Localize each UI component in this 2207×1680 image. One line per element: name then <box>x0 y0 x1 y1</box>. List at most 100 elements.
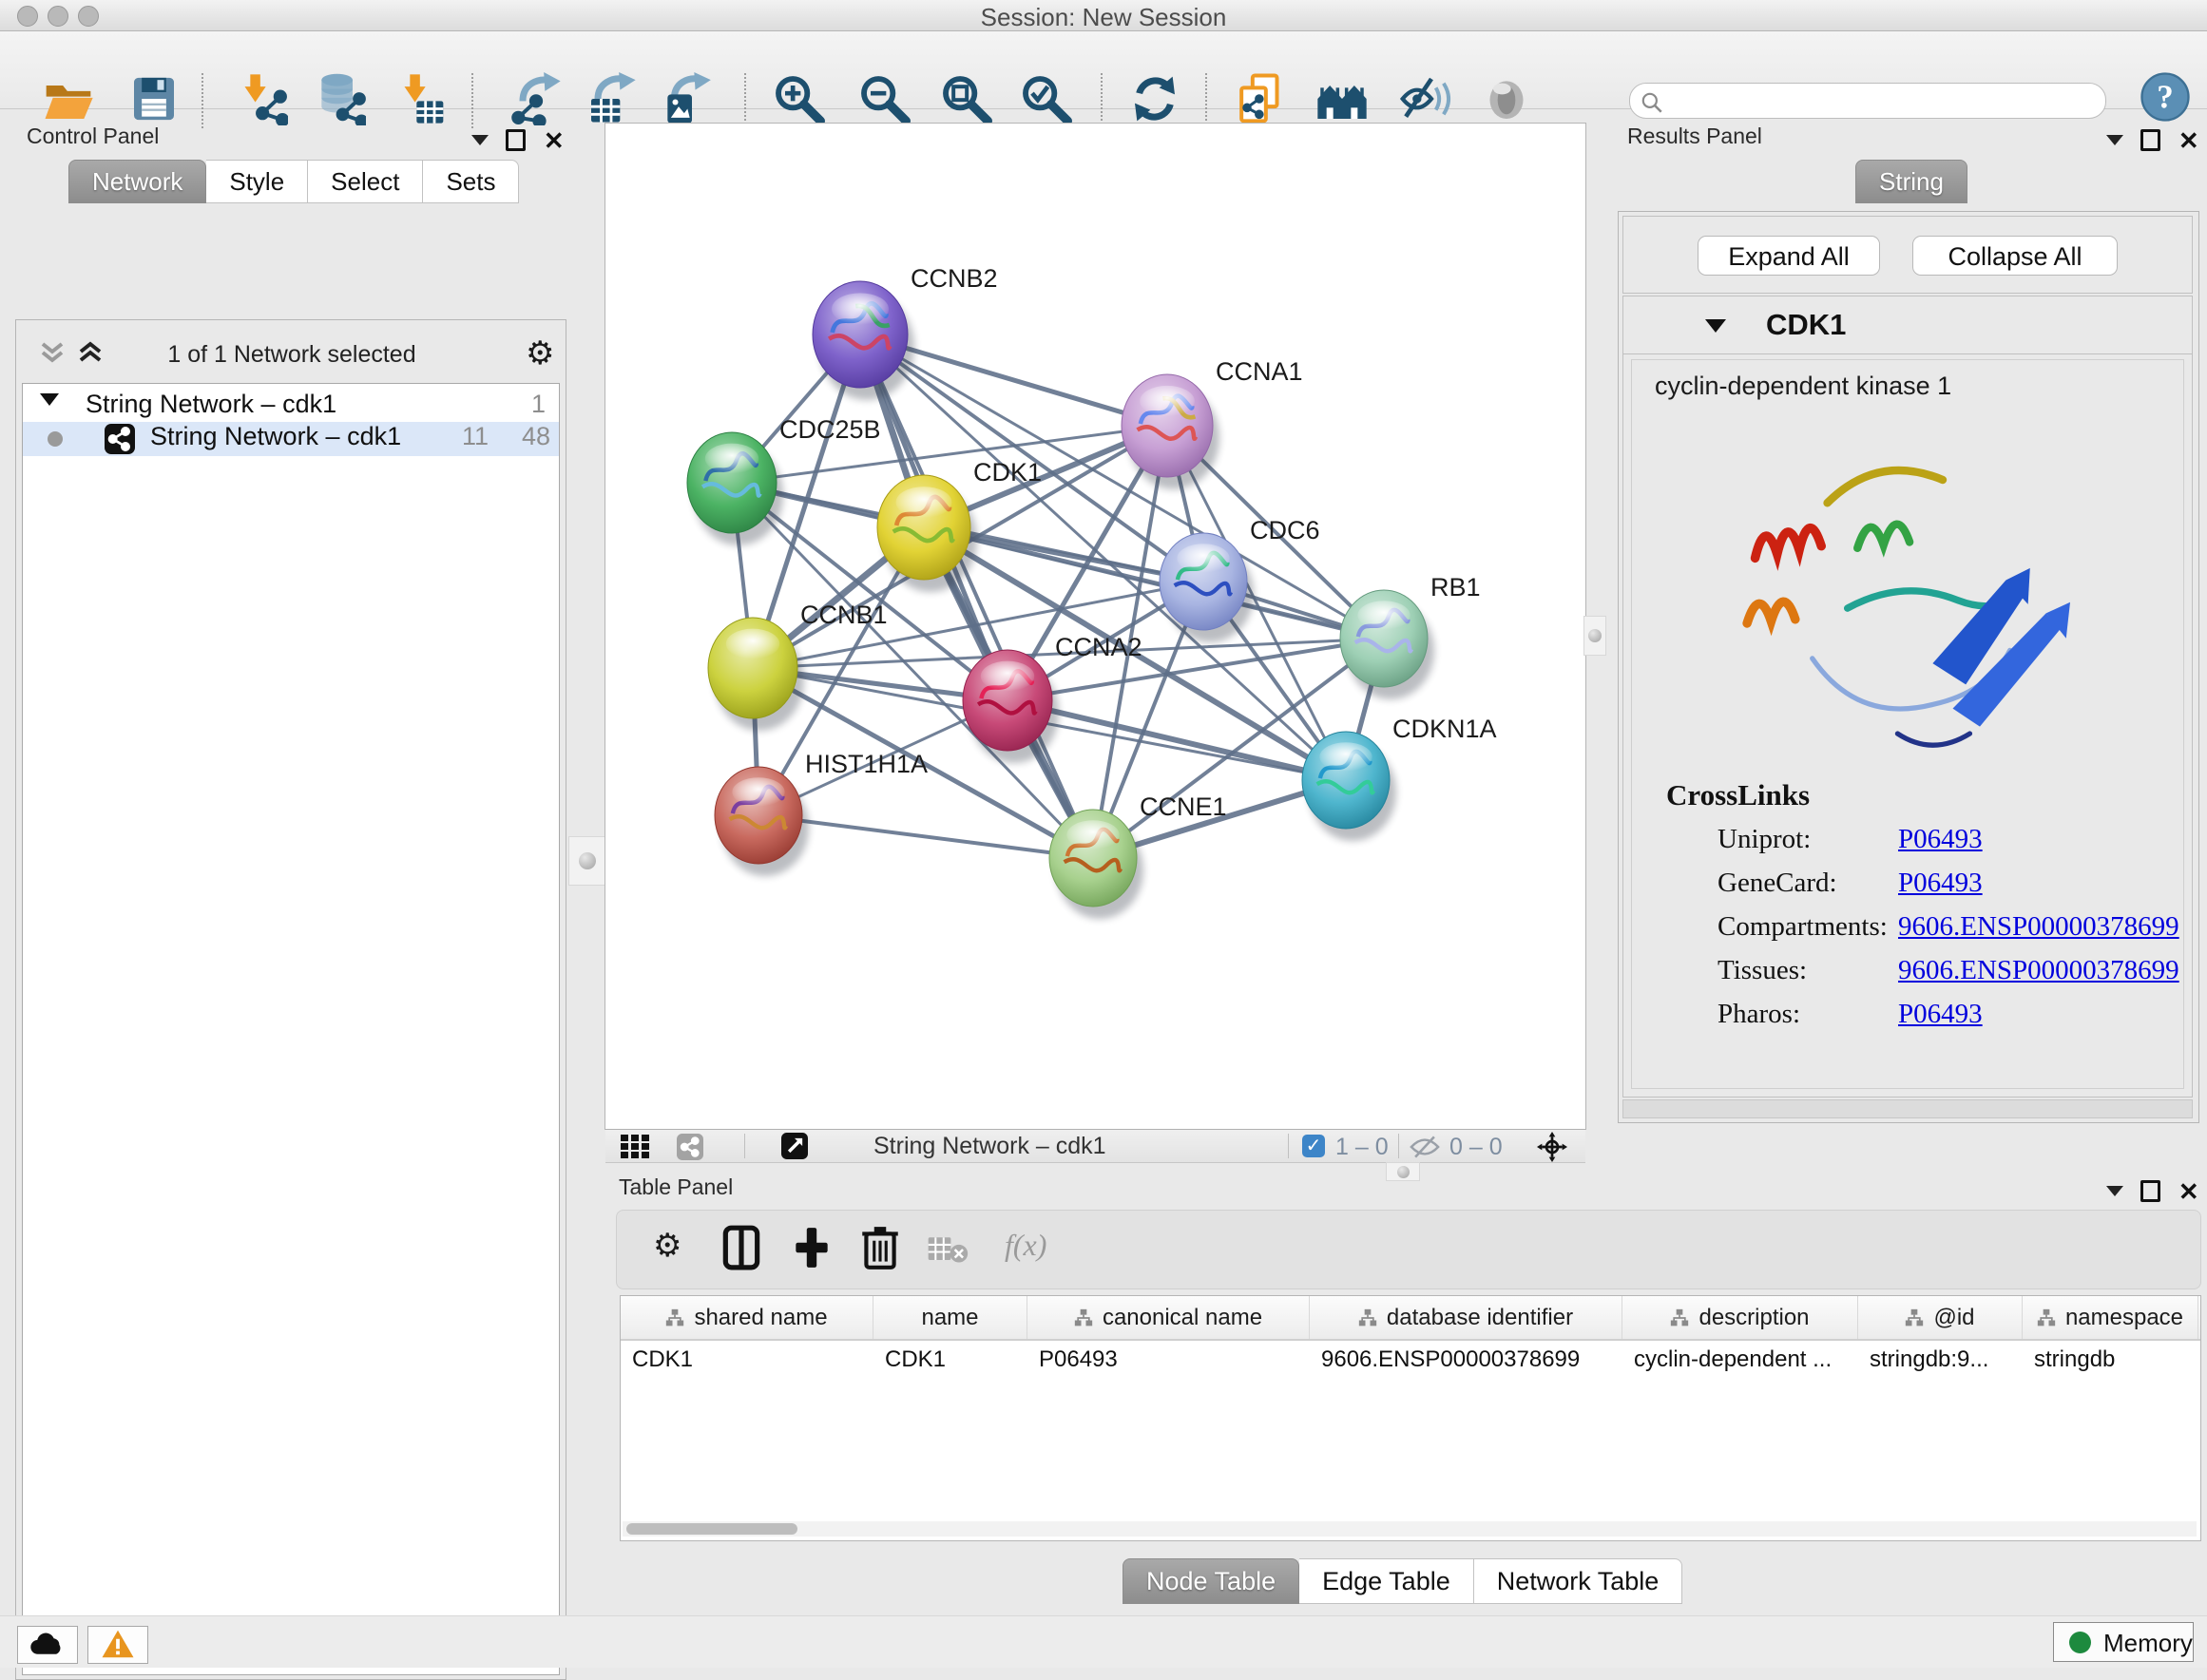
show-columns-icon[interactable] <box>718 1224 765 1271</box>
network-node-CCNA1[interactable] <box>1122 374 1219 489</box>
zoom-selected-button[interactable] <box>1015 69 1076 130</box>
copy-to-clipboard-button[interactable] <box>1230 69 1291 130</box>
tab-edge-table[interactable]: Edge Table <box>1299 1558 1474 1604</box>
cloud-status-button[interactable] <box>17 1626 78 1664</box>
zoom-out-button[interactable] <box>854 69 914 130</box>
column-header-canonical-name[interactable]: canonical name <box>1027 1296 1310 1339</box>
network-collection-row[interactable]: String Network – cdk1 1 <box>23 390 559 424</box>
tab-style[interactable]: Style <box>206 160 308 203</box>
birds-eye-grid-icon[interactable] <box>621 1135 655 1159</box>
tab-network-table[interactable]: Network Table <box>1474 1558 1683 1604</box>
tree-expander-icon[interactable] <box>40 393 59 406</box>
warnings-button[interactable] <box>87 1626 148 1664</box>
show-glass-pane-button[interactable] <box>1476 69 1537 130</box>
panel-menu-icon[interactable] <box>2106 135 2123 145</box>
network-edge[interactable] <box>860 334 1093 858</box>
crosslink-label: Tissues: <box>1718 955 1807 985</box>
results-panel-splitter[interactable] <box>1583 616 1606 656</box>
network-node-CDC25B[interactable] <box>687 432 783 545</box>
network-canvas[interactable]: CCNB2CCNA1CDC25BCDK1CDC6RB1CCNB1CCNA2CDK… <box>605 124 1585 1129</box>
export-image-icon <box>659 72 712 125</box>
network-options-gear-icon[interactable]: ⚙ <box>526 337 554 370</box>
table-cell[interactable]: stringdb <box>2023 1341 2198 1379</box>
protein-card-header[interactable]: CDK1 <box>1623 296 2192 354</box>
column-header-shared-name[interactable]: shared name <box>621 1296 873 1339</box>
houses-icon <box>1315 72 1369 125</box>
status-bar: Memory <box>0 1615 2207 1668</box>
collapse-all-networks-icon[interactable] <box>75 341 107 366</box>
table-cell[interactable]: 9606.ENSP00000378699 <box>1310 1341 1622 1379</box>
table-cell[interactable]: P06493 <box>1027 1341 1310 1379</box>
control-panel-splitter[interactable] <box>568 836 606 886</box>
results-scrollbar-track[interactable] <box>1622 1099 2193 1118</box>
crosslink-pharos-link[interactable]: P06493 <box>1898 999 1983 1030</box>
export-table-button[interactable] <box>581 69 642 130</box>
refresh-network-button[interactable] <box>1124 69 1185 130</box>
expand-all-networks-icon[interactable] <box>37 341 69 366</box>
crosslink-tissues-link[interactable]: 9606.ENSP00000378699 <box>1898 955 2179 986</box>
column-header-description[interactable]: description <box>1622 1296 1858 1339</box>
add-column-icon[interactable] <box>788 1224 835 1271</box>
network-edge-count: 48 <box>503 422 550 451</box>
panel-float-icon[interactable] <box>2140 129 2160 151</box>
protein-structure-image <box>1703 408 2112 769</box>
tab-select[interactable]: Select <box>308 160 423 203</box>
hide-glass-pane-button[interactable] <box>1394 69 1455 130</box>
panel-float-icon[interactable] <box>2140 1180 2160 1202</box>
open-view-in-window-icon[interactable] <box>780 1133 809 1159</box>
network-row[interactable]: String Network – cdk1 11 48 <box>23 422 559 456</box>
network-edge[interactable] <box>758 815 1093 858</box>
protein-name: CDK1 <box>1766 308 1846 342</box>
panel-menu-icon[interactable] <box>2106 1186 2123 1196</box>
expand-all-button[interactable]: Expand All <box>1698 236 1880 276</box>
selected-checkbox-icon[interactable]: ✓ <box>1302 1135 1325 1157</box>
node-label-CDK1: CDK1 <box>973 458 1042 487</box>
memory-status-button[interactable]: Memory <box>2053 1622 2194 1662</box>
crosslink-row: Uniprot:P06493 <box>1718 824 2174 862</box>
crosslink-genecard-link[interactable]: P06493 <box>1898 868 1983 899</box>
panel-close-icon[interactable]: ✕ <box>544 131 565 150</box>
table-row[interactable]: CDK1CDK1P064939606.ENSP00000378699cyclin… <box>621 1341 2200 1379</box>
panel-menu-icon[interactable] <box>471 135 489 145</box>
column-header-database-identifier[interactable]: database identifier <box>1310 1296 1622 1339</box>
crosslink-compartments-link[interactable]: 9606.ENSP00000378699 <box>1898 911 2179 943</box>
table-scrollbar-track[interactable] <box>623 1521 2197 1537</box>
delete-column-trash-icon[interactable] <box>856 1224 904 1271</box>
crosslink-uniprot-link[interactable]: P06493 <box>1898 824 1983 855</box>
zoom-fit-button[interactable] <box>935 69 996 130</box>
collapse-card-icon[interactable] <box>1705 319 1726 333</box>
panel-float-icon[interactable] <box>506 129 526 151</box>
network-share-icon[interactable] <box>676 1134 704 1160</box>
network-edges <box>732 334 1384 858</box>
panel-close-icon[interactable]: ✕ <box>2178 131 2199 150</box>
export-image-button[interactable] <box>655 69 716 130</box>
string-home-button[interactable] <box>1312 69 1372 130</box>
network-node-RB1[interactable] <box>1340 590 1434 699</box>
panel-close-icon[interactable]: ✕ <box>2178 1182 2199 1201</box>
table-cell[interactable]: CDK1 <box>873 1341 1027 1379</box>
collapse-all-button[interactable]: Collapse All <box>1912 236 2118 276</box>
column-header-id[interactable]: @id <box>1858 1296 2023 1339</box>
network-node-CCNE1[interactable] <box>1049 810 1143 919</box>
tab-sets[interactable]: Sets <box>423 160 519 203</box>
network-node-HIST1H1A[interactable] <box>715 767 809 876</box>
copy-documents-icon <box>1234 72 1287 125</box>
tab-network[interactable]: Network <box>68 160 206 203</box>
network-node-CDKN1A[interactable] <box>1302 732 1396 841</box>
column-header-namespace[interactable]: namespace <box>2023 1296 2198 1339</box>
table-cell[interactable]: stringdb:9... <box>1858 1341 2023 1379</box>
network-node-CCNB2[interactable] <box>813 281 914 400</box>
network-node-CCNA2[interactable] <box>963 650 1059 763</box>
network-node-CDK1[interactable] <box>877 475 977 592</box>
network-node-CDC6[interactable] <box>1160 533 1254 642</box>
table-options-gear-icon[interactable]: ⚙ <box>653 1230 681 1262</box>
zoom-in-icon <box>772 72 825 125</box>
zoom-in-button[interactable] <box>768 69 829 130</box>
table-cell[interactable]: cyclin-dependent ... <box>1622 1341 1858 1379</box>
table-cell[interactable]: CDK1 <box>621 1341 873 1379</box>
tab-node-table[interactable]: Node Table <box>1123 1558 1299 1604</box>
pan-crosshair-icon[interactable] <box>1537 1132 1567 1162</box>
column-header-name[interactable]: name <box>873 1296 1027 1339</box>
table-scrollbar-thumb[interactable] <box>626 1523 797 1535</box>
tab-string[interactable]: String <box>1855 160 1967 203</box>
